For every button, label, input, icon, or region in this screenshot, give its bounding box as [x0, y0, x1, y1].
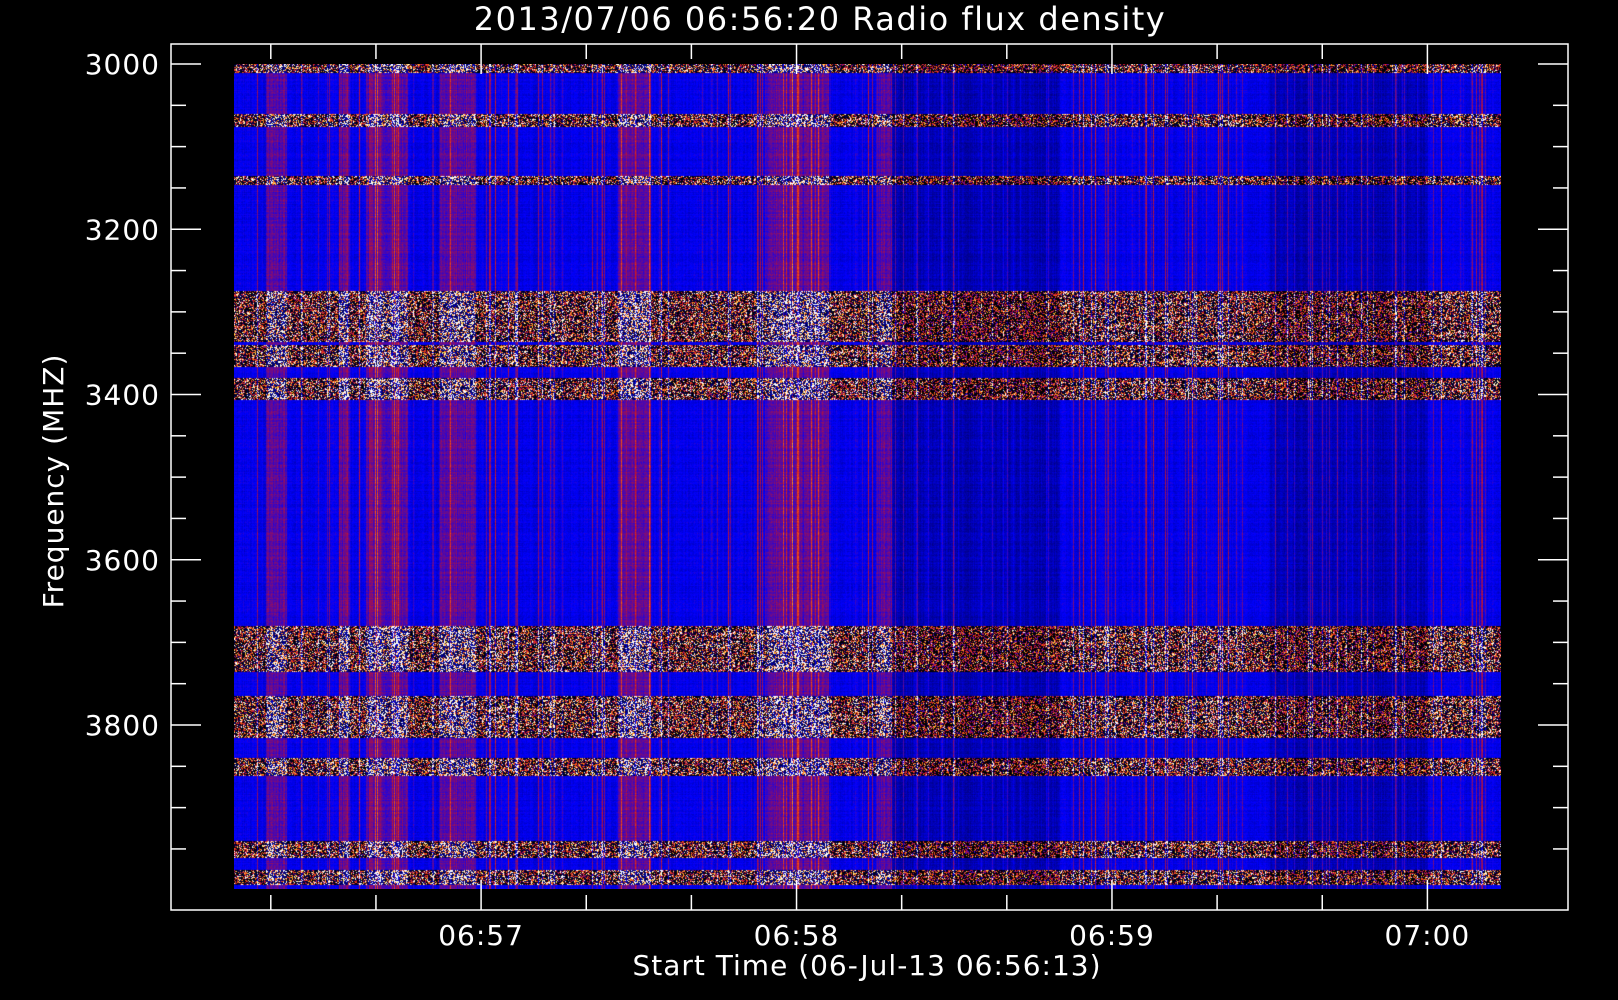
y-tick-label: 3600 — [85, 544, 160, 577]
spectrogram-heatmap — [234, 64, 1501, 889]
y-tick-label: 3000 — [85, 48, 160, 81]
x-tick-label: 07:00 — [1385, 919, 1471, 952]
y-tick-label: 3200 — [85, 213, 160, 246]
x-axis-label: Start Time (06-Jul-13 06:56:13) — [632, 949, 1101, 982]
heatmap-image — [234, 64, 1501, 889]
x-tick-label: 06:59 — [1069, 919, 1155, 952]
x-tick-label: 06:58 — [754, 919, 840, 952]
y-tick-label: 3800 — [85, 709, 160, 742]
y-tick-label: 3400 — [85, 379, 160, 412]
x-tick-label: 06:57 — [438, 919, 524, 952]
y-axis-label: Frequency (MHZ) — [37, 354, 70, 609]
chart-title: 2013/07/06 06:56:20 Radio flux density — [474, 0, 1166, 38]
radio-spectrogram-chart: 2013/07/06 06:56:20 Radio flux density 3… — [0, 0, 1618, 1000]
